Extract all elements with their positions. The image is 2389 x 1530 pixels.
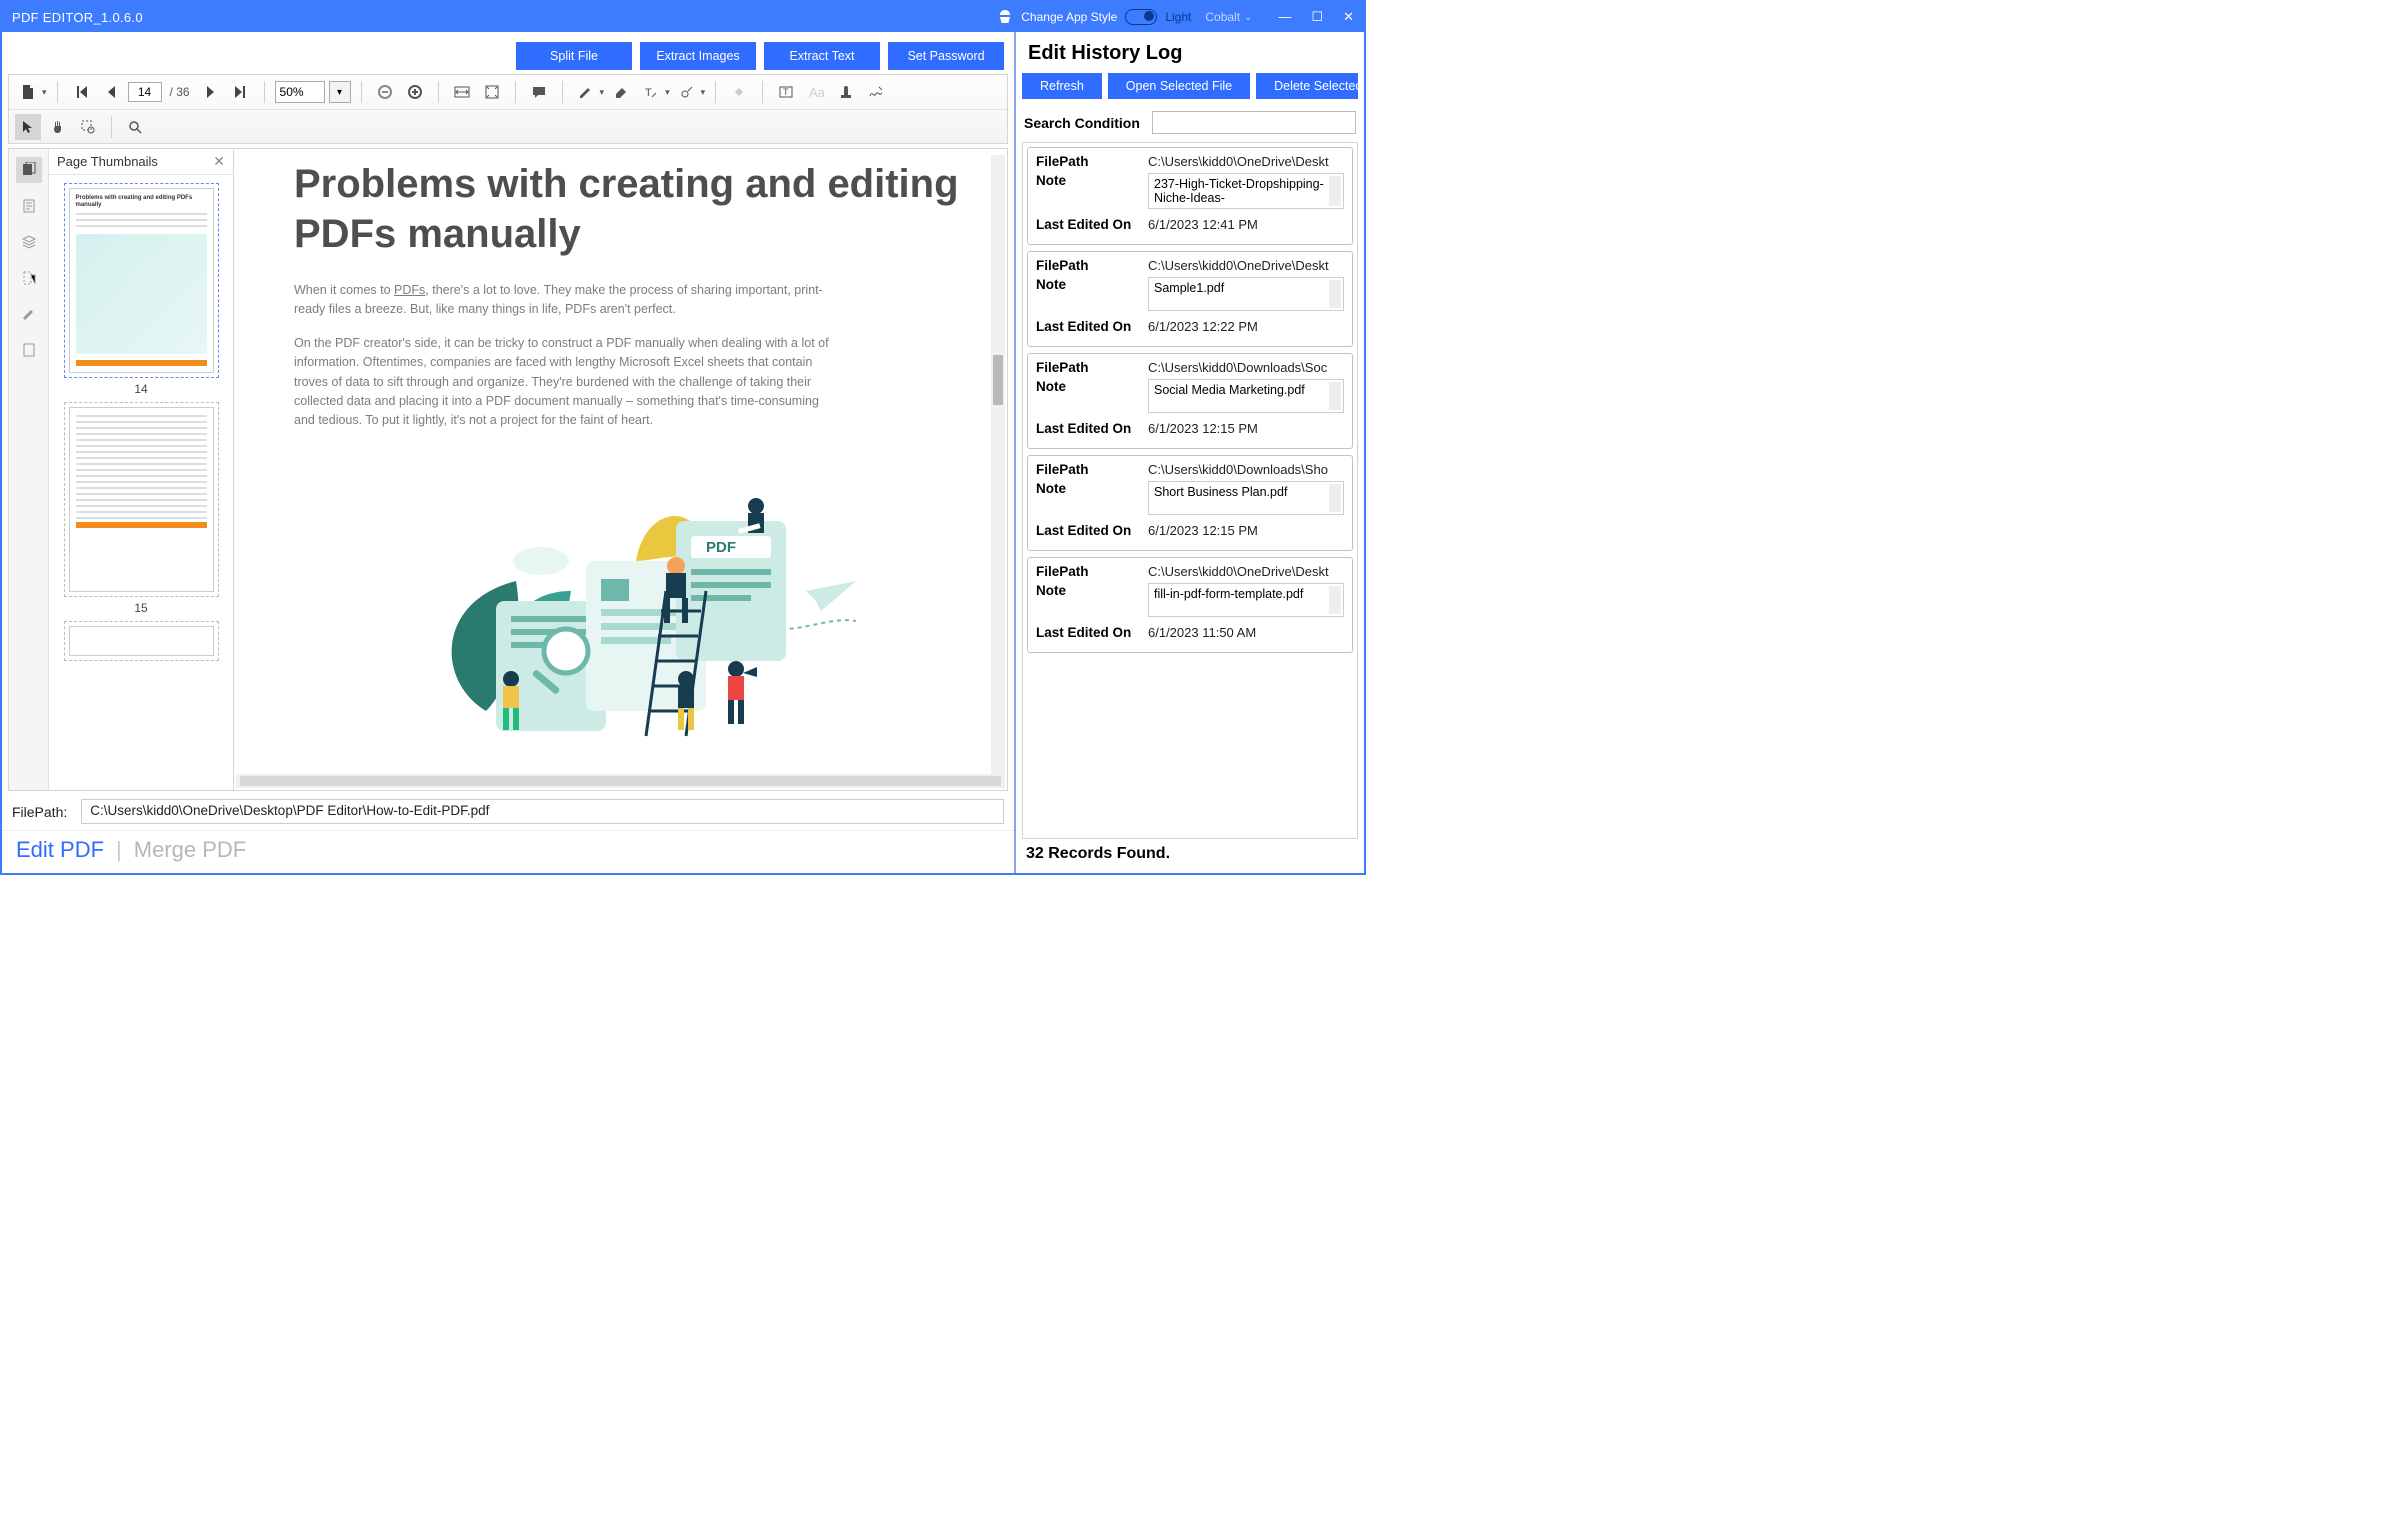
open-selected-button[interactable]: Open Selected File [1108,73,1250,99]
set-password-button[interactable]: Set Password [888,42,1004,70]
theme-name: Cobalt [1205,10,1240,24]
viewer-toolbar: ▾ / 36 50% ▾ [8,74,1008,144]
comment-button[interactable] [526,79,552,105]
action-row: Split File Extract Images Extract Text S… [2,32,1014,74]
chevron-down-icon[interactable]: ▾ [42,87,47,98]
history-title: Edit History Log [1022,38,1358,73]
pointer-tool[interactable] [15,114,41,140]
history-item[interactable]: FilePathC:\Users\kidd0\Downloads\SocNote… [1027,353,1353,449]
zoom-in-button[interactable] [402,79,428,105]
history-pane: Edit History Log Refresh Open Selected F… [1016,32,1364,873]
left-pane: Split File Extract Images Extract Text S… [2,32,1016,873]
refresh-button[interactable]: Refresh [1022,73,1102,99]
thumbnail[interactable] [64,402,219,597]
stamp-button[interactable] [833,79,859,105]
app-title: PDF EDITOR_1.0.6.0 [12,10,997,25]
document-paragraph: When it comes to PDFs, there's a lot to … [294,281,834,320]
sign-tab[interactable] [16,301,42,327]
search-condition-label: Search Condition [1024,115,1140,131]
chevron-down-icon[interactable]: ▾ [665,87,670,98]
last-page-button[interactable] [228,79,254,105]
light-label: Light [1165,10,1191,24]
svg-text:T: T [783,87,789,97]
hand-tool[interactable] [45,114,71,140]
maximize-button[interactable]: ☐ [1311,9,1323,25]
first-page-button[interactable] [68,79,94,105]
page-number-input[interactable] [128,82,162,102]
chevron-down-icon[interactable]: ▾ [600,87,605,98]
thumbnail[interactable]: Problems with creating and editing PDFs … [64,183,219,378]
split-file-button[interactable]: Split File [516,42,632,70]
history-item[interactable]: FilePathC:\Users\kidd0\OneDrive\DesktNot… [1027,557,1353,653]
fit-width-button[interactable] [449,79,475,105]
bookmarks-tab[interactable] [16,193,42,219]
close-thumbnails-button[interactable]: ✕ [213,153,225,170]
thumbnail-number: 14 [64,382,219,396]
history-list[interactable]: FilePathC:\Users\kidd0\OneDrive\DesktNot… [1022,142,1358,839]
history-item[interactable]: FilePathC:\Users\kidd0\OneDrive\DesktNot… [1027,251,1353,347]
tab-edit-pdf[interactable]: Edit PDF [16,837,104,863]
highlight-button[interactable] [573,79,599,105]
thumbnail-header-label: Page Thumbnails [57,154,158,169]
attachments-tab[interactable] [16,265,42,291]
document-illustration: PDF [376,451,896,741]
history-footer: 32 Records Found. [1022,839,1358,867]
erase-button[interactable] [608,79,634,105]
tab-separator: | [116,837,122,863]
zoom-dropdown[interactable]: 50% [275,81,325,103]
signature-button[interactable] [863,79,889,105]
thumbnails-tab[interactable] [16,157,42,183]
svg-text:Aa: Aa [809,85,824,100]
change-style-label[interactable]: Change App Style [1021,10,1117,24]
history-item[interactable]: FilePathC:\Users\kidd0\OneDrive\DesktNot… [1027,147,1353,245]
history-item[interactable]: FilePathC:\Users\kidd0\Downloads\ShoNote… [1027,455,1353,551]
zoom-out-button[interactable] [372,79,398,105]
style-area: Change App Style Light Cobalt ⌄ — ☐ ✕ [997,9,1354,25]
filepath-label: FilePath: [12,804,67,820]
extract-images-button[interactable]: Extract Images [640,42,756,70]
document-paragraph: On the PDF creator's side, it can be tri… [294,334,834,431]
search-condition-input[interactable] [1152,111,1356,134]
close-button[interactable]: ✕ [1343,9,1354,25]
fill-button[interactable] [726,79,752,105]
tab-merge-pdf[interactable]: Merge PDF [134,837,246,863]
titlebar: PDF EDITOR_1.0.6.0 Change App Style Ligh… [2,2,1364,32]
minimize-button[interactable]: — [1278,9,1291,25]
zoom-dropdown-button[interactable]: ▾ [329,81,351,103]
font-button[interactable]: Aa [803,79,829,105]
prev-page-button[interactable] [98,79,124,105]
marquee-zoom-tool[interactable] [75,114,101,140]
text-box-button[interactable]: T [773,79,799,105]
text-annotation-button[interactable]: T [638,79,664,105]
chevron-down-icon[interactable]: ▾ [701,87,706,98]
style-toggle[interactable] [1125,9,1157,25]
document-heading: Problems with creating and editing PDFs … [294,159,977,259]
chevron-down-icon: ⌄ [1244,12,1252,23]
side-strip [9,149,49,790]
bottom-tabs: Edit PDF | Merge PDF [2,830,1014,873]
draw-button[interactable] [674,79,700,105]
thumbnail-number: 15 [64,601,219,615]
extract-text-button[interactable]: Extract Text [764,42,880,70]
svg-text:PDF: PDF [706,539,736,556]
page-total-label: / 36 [170,85,190,99]
thumbnail-list[interactable]: Problems with creating and editing PDFs … [49,175,233,790]
filepath-value[interactable]: C:\Users\kidd0\OneDrive\Desktop\PDF Edit… [81,799,1004,824]
thumbnail-panel: Page Thumbnails ✕ Problems with creating… [49,149,234,790]
document-viewport[interactable]: Problems with creating and editing PDFs … [234,149,1007,790]
vertical-scrollbar[interactable] [991,155,1005,784]
thumbnail[interactable] [64,621,219,661]
search-button[interactable] [122,114,148,140]
layers-tab[interactable] [16,229,42,255]
horizontal-scrollbar[interactable] [236,774,1005,788]
page-tab[interactable] [16,337,42,363]
viewer-area: Page Thumbnails ✕ Problems with creating… [8,148,1008,791]
fit-page-button[interactable] [479,79,505,105]
svg-text:T: T [645,87,652,99]
cupcake-icon [997,9,1013,25]
theme-dropdown[interactable]: Cobalt ⌄ [1199,10,1258,24]
file-menu-button[interactable] [15,79,41,105]
next-page-button[interactable] [198,79,224,105]
delete-selected-button[interactable]: Delete Selected [1256,73,1358,99]
